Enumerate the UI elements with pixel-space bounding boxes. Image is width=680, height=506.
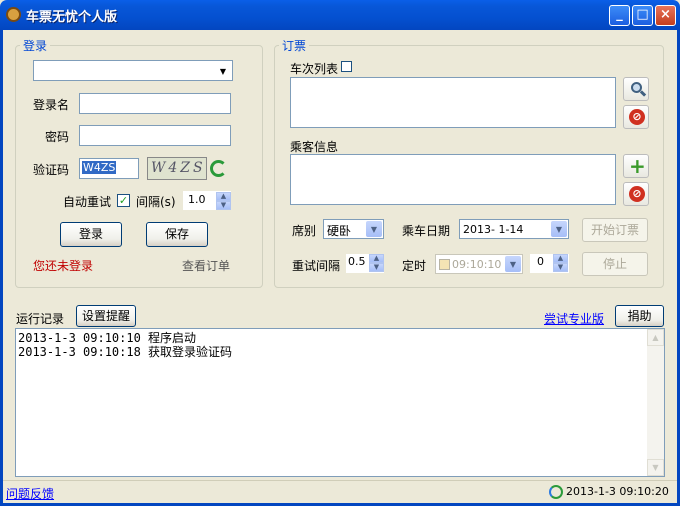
maximize-button[interactable]: □: [632, 5, 653, 26]
remove-passenger-button[interactable]: ⊘: [623, 182, 649, 206]
train-list-checkbox[interactable]: [341, 61, 352, 72]
passenger-label: 乘客信息: [290, 140, 339, 154]
interval-label: 间隔(s): [136, 195, 176, 209]
search-icon-handle: [639, 90, 647, 97]
window-frame-left: [0, 30, 3, 506]
login-status-text: 您还未登录: [33, 259, 94, 273]
minimize-button[interactable]: _: [609, 5, 630, 26]
login-group-title: 登录: [23, 39, 48, 53]
plus-icon: +: [629, 154, 646, 178]
timer-checkbox[interactable]: [439, 259, 450, 270]
login-button[interactable]: 登录: [60, 222, 122, 247]
window-title: 车票无忧个人版: [26, 10, 118, 25]
timer-extra-value: 0: [537, 255, 544, 268]
interval-value: 1.0: [188, 193, 206, 206]
title-bar[interactable]: 车票无忧个人版 _ □ ×: [0, 0, 680, 30]
timer-value: 09:10:10: [452, 258, 502, 271]
close-button[interactable]: ×: [655, 5, 676, 26]
save-button[interactable]: 保存: [146, 222, 208, 247]
date-label: 乘车日期: [402, 224, 451, 238]
retry-down-icon[interactable]: ▼: [369, 263, 384, 272]
interval-up-icon[interactable]: ▲: [216, 192, 231, 201]
booking-group-title: 订票: [282, 39, 307, 53]
interval-down-icon[interactable]: ▼: [216, 201, 231, 210]
username-label: 登录名: [33, 98, 70, 112]
passenger-box[interactable]: [290, 154, 616, 205]
chevron-down-icon[interactable]: ▼: [215, 62, 231, 79]
retry-up-icon[interactable]: ▲: [369, 254, 384, 263]
delete-icon: ⊘: [629, 109, 645, 125]
date-value: 2013- 1-14: [463, 223, 524, 236]
username-field[interactable]: [79, 93, 231, 114]
log-entry: 2013-1-3 09:10:10 程序启动: [18, 331, 197, 345]
remove-train-button[interactable]: ⊘: [623, 105, 649, 129]
status-bar: 问题反馈 2013-1-3 09:10:20: [3, 480, 677, 503]
view-orders-link[interactable]: 查看订单: [182, 257, 230, 274]
seat-label: 席别: [292, 224, 317, 238]
train-list-box[interactable]: [290, 77, 616, 128]
log-list: 2013-1-3 09:10:10 程序启动 2013-1-3 09:10:18…: [18, 331, 232, 359]
retry-interval-spinner[interactable]: 0.5 ▲ ▼: [346, 254, 384, 273]
sync-icon: [549, 485, 563, 499]
train-list-label: 车次列表: [290, 62, 339, 76]
seat-select[interactable]: 硬卧 ▼: [323, 219, 384, 239]
retry-interval-label: 重试间隔: [292, 259, 341, 273]
scroll-up-icon[interactable]: ▲: [647, 329, 664, 346]
timer-picker[interactable]: 09:10:10 ▼: [435, 254, 523, 274]
password-label: 密码: [45, 130, 70, 144]
chevron-down-icon[interactable]: ▼: [366, 221, 382, 237]
add-passenger-button[interactable]: +: [623, 154, 649, 178]
try-pro-link[interactable]: 尝试专业版: [544, 310, 604, 327]
status-datetime: 2013-1-3 09:10:20: [566, 485, 669, 498]
app-icon: [6, 7, 21, 22]
date-picker[interactable]: 2013- 1-14 ▼: [459, 219, 569, 239]
log-label: 运行记录: [16, 312, 65, 326]
auto-retry-checkbox[interactable]: ✓: [117, 194, 130, 207]
seat-value: 硬卧: [327, 224, 352, 238]
captcha-field[interactable]: W4ZS: [79, 158, 139, 179]
log-scrollbar[interactable]: ▲ ▼: [647, 329, 664, 476]
captcha-value: W4ZS: [82, 161, 117, 174]
interval-spinner[interactable]: 1.0 ▲ ▼: [183, 191, 231, 210]
search-train-button[interactable]: [623, 77, 649, 101]
timer-extra-down-icon[interactable]: ▼: [553, 263, 568, 272]
log-box[interactable]: 2013-1-3 09:10:10 程序启动 2013-1-3 09:10:18…: [15, 328, 665, 477]
start-booking-button[interactable]: 开始订票: [582, 218, 648, 242]
set-reminder-button[interactable]: 设置提醒: [76, 305, 136, 327]
timer-extra-up-icon[interactable]: ▲: [553, 254, 568, 263]
scroll-down-icon[interactable]: ▼: [647, 459, 664, 476]
captcha-image[interactable]: W4ZS: [147, 157, 207, 180]
refresh-captcha-icon[interactable]: [210, 160, 227, 177]
account-combo[interactable]: ▼: [33, 60, 233, 81]
donate-button[interactable]: 捐助: [615, 305, 664, 327]
retry-interval-value: 0.5: [348, 255, 366, 268]
captcha-label: 验证码: [33, 163, 70, 177]
chevron-down-icon[interactable]: ▼: [505, 256, 521, 272]
timer-extra-spinner[interactable]: 0 ▲ ▼: [530, 254, 569, 273]
stop-button[interactable]: 停止: [582, 252, 648, 276]
feedback-link[interactable]: 问题反馈: [6, 485, 54, 502]
auto-retry-label: 自动重试: [63, 195, 112, 209]
log-entry: 2013-1-3 09:10:18 获取登录验证码: [18, 345, 233, 359]
delete-icon: ⊘: [629, 186, 645, 202]
timer-label: 定时: [402, 259, 427, 273]
chevron-down-icon[interactable]: ▼: [551, 221, 567, 237]
password-field[interactable]: [79, 125, 231, 146]
